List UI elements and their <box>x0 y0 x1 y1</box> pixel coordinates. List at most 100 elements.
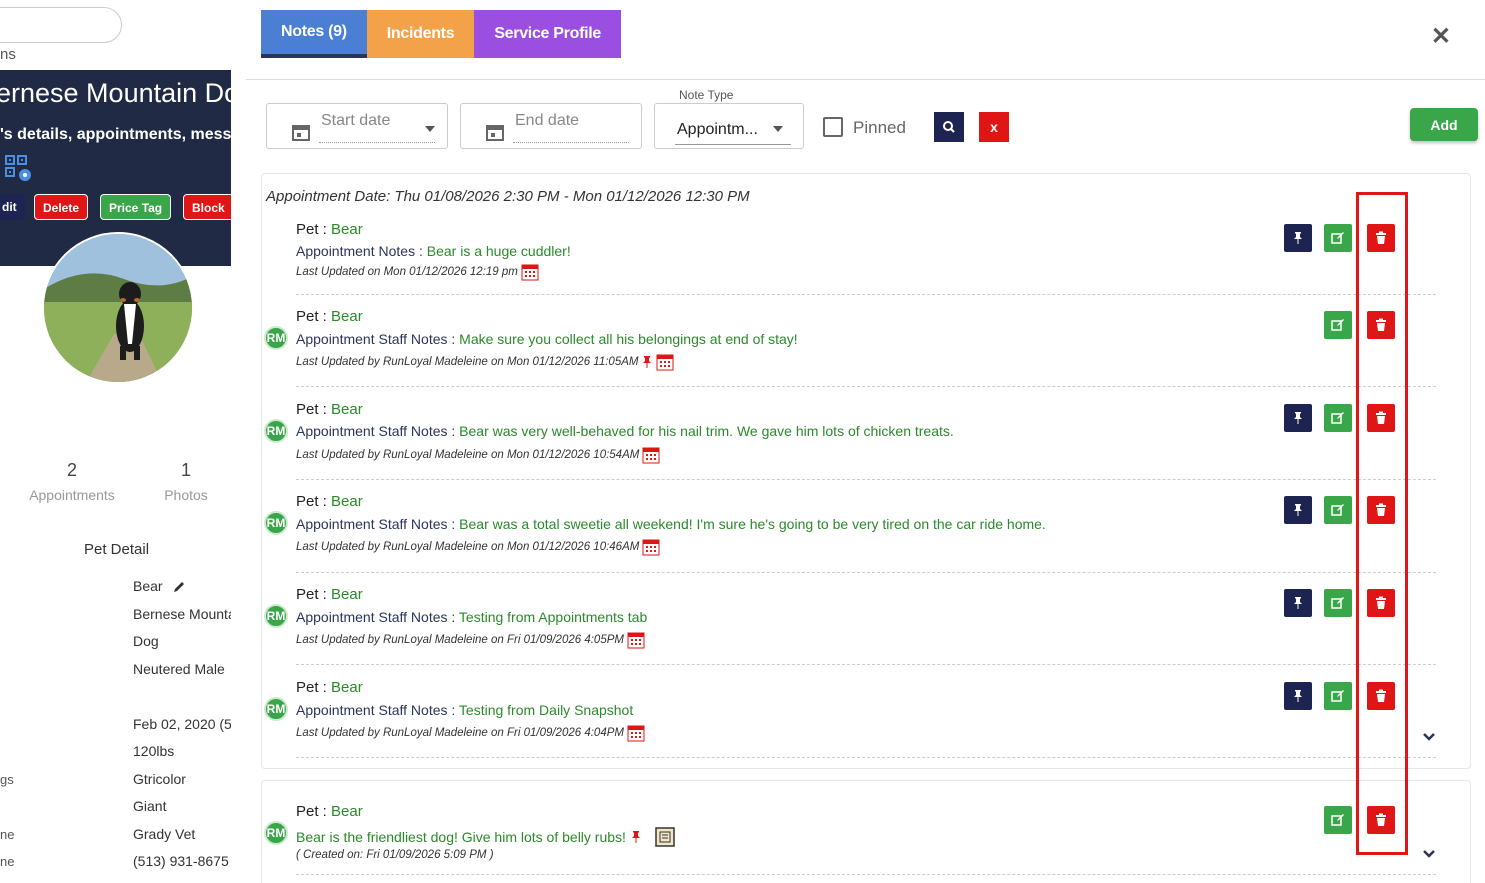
note-pet: Pet : Bear <box>296 221 363 238</box>
pin-button[interactable] <box>1284 404 1312 432</box>
detail-name: Bear <box>133 578 186 594</box>
calendar-icon <box>627 725 645 742</box>
note-meta: Last Updated by RunLoyal Madeleine on Mo… <box>296 353 674 371</box>
nav-label: ns <box>0 46 16 63</box>
avatar: RM <box>264 697 288 721</box>
pin-icon <box>1294 232 1302 244</box>
tab-notes[interactable]: Notes (9) <box>261 10 367 58</box>
pencil-icon[interactable] <box>172 580 186 594</box>
tab-service-profile[interactable]: Service Profile <box>474 10 621 58</box>
edit-button[interactable]: dit <box>0 194 25 220</box>
pet-breed-title: ernese Mountain Do <box>0 78 231 108</box>
chevron-down-icon <box>425 126 435 132</box>
note-type-label: Note Type <box>679 88 734 102</box>
pin-button[interactable] <box>1284 589 1312 617</box>
note-item: Pet : Bear RM Appointment Staff Notes : … <box>262 308 1437 387</box>
edit-icon <box>1331 504 1344 516</box>
detail-vet-phone: (513) 931-8675 <box>133 853 229 869</box>
side-label: ne <box>0 854 15 869</box>
detail-weight: 120lbs <box>133 743 175 759</box>
detail-birthdate: Feb 02, 2020 (5) <box>133 716 231 732</box>
pin-icon <box>631 831 640 843</box>
search-button[interactable] <box>934 112 964 142</box>
note-pet: Pet : Bear <box>296 679 363 696</box>
separator <box>296 479 1436 480</box>
note-text: Bear is the friendliest dog! Give him lo… <box>296 826 676 848</box>
avatar: RM <box>264 604 288 628</box>
avatar: RM <box>264 326 288 350</box>
block-button[interactable]: Block <box>183 194 231 220</box>
photos-stat[interactable]: 1 Photos <box>156 460 216 503</box>
detail-vet: Grady Vet <box>133 826 196 842</box>
note-pet: Pet : Bear <box>296 586 363 603</box>
note-pet: Pet : Bear <box>296 401 363 418</box>
appointment-date: Appointment Date: Thu 01/08/2026 2:30 PM… <box>266 188 750 205</box>
edit-icon <box>1331 232 1344 244</box>
highlight-box <box>1356 192 1408 855</box>
edit-note-button[interactable] <box>1324 589 1352 617</box>
note-text: Appointment Staff Notes : Testing from A… <box>296 609 648 625</box>
qr-code-icon[interactable] <box>4 154 32 182</box>
calendar-icon <box>486 125 504 141</box>
pin-icon <box>1294 412 1302 424</box>
chevron-down-icon <box>773 126 783 132</box>
note-meta: Last Updated by RunLoyal Madeleine on Fr… <box>296 631 645 649</box>
separator <box>296 572 1436 573</box>
close-icon[interactable]: ✕ <box>1431 22 1451 51</box>
document-icon <box>655 827 675 847</box>
note-text: Appointment Staff Notes : Testing from D… <box>296 702 634 718</box>
profile-subtitle: 's details, appointments, messa <box>0 126 231 143</box>
app-root: ns ernese Mountain Do 's details, appoin… <box>0 0 1485 883</box>
edit-icon <box>1331 412 1344 424</box>
edit-icon <box>1331 597 1344 609</box>
edit-icon <box>1331 690 1344 702</box>
pet-avatar[interactable] <box>42 232 194 384</box>
pin-button[interactable] <box>1284 682 1312 710</box>
side-label: ne <box>0 827 15 842</box>
edit-note-button[interactable] <box>1324 404 1352 432</box>
note-meta: Last Updated by RunLoyal Madeleine on Fr… <box>296 724 645 742</box>
edit-note-button[interactable] <box>1324 682 1352 710</box>
note-item: Pet : Bear RM Appointment Staff Notes : … <box>262 586 1437 665</box>
tab-incidents[interactable]: Incidents <box>366 10 475 58</box>
add-note-button[interactable]: Add <box>1410 108 1478 141</box>
appointments-stat[interactable]: 2 Appointments <box>24 460 120 503</box>
avatar: RM <box>264 511 288 535</box>
price-tag-button[interactable]: Price Tag <box>100 194 172 220</box>
delete-pet-button[interactable]: Delete <box>34 194 89 220</box>
edit-note-button[interactable] <box>1324 224 1352 252</box>
edit-icon <box>1331 319 1344 331</box>
appointments-count: 2 <box>66 460 77 480</box>
end-date-field[interactable]: End date <box>460 103 642 149</box>
avatar: RM <box>264 419 288 443</box>
start-date-placeholder: Start date <box>321 112 391 129</box>
edit-note-button[interactable] <box>1324 311 1352 339</box>
note-text: Appointment Staff Notes : Bear was very … <box>296 423 954 439</box>
chevron-down-icon[interactable] <box>1422 848 1436 860</box>
pinned-checkbox[interactable] <box>823 117 843 137</box>
note-meta: Last Updated by RunLoyal Madeleine on Mo… <box>296 538 660 556</box>
calendar-icon <box>642 447 660 464</box>
edit-note-button[interactable] <box>1324 806 1352 834</box>
chevron-down-icon[interactable] <box>1422 731 1436 743</box>
appointments-label: Appointments <box>29 487 115 503</box>
calendar-icon <box>292 125 310 141</box>
calendar-icon <box>521 264 539 281</box>
pin-button[interactable] <box>1284 224 1312 252</box>
note-meta: ( Created on: Fri 01/09/2026 5:09 PM ) <box>296 849 494 861</box>
pin-icon <box>1294 504 1302 516</box>
start-date-field[interactable]: Start date <box>266 103 448 149</box>
pet-profile-panel: ns ernese Mountain Do 's details, appoin… <box>0 0 231 883</box>
search-input[interactable] <box>0 7 122 43</box>
note-type-select[interactable]: Appointm... <box>654 103 804 149</box>
clear-filters-button[interactable]: x <box>979 112 1009 142</box>
note-pet: Pet : Bear <box>296 308 363 325</box>
avatar: RM <box>264 821 288 845</box>
note-text: Appointment Staff Notes : Bear was a tot… <box>296 516 1046 532</box>
notes-modal: Notes (9) Incidents Service Profile ✕ St… <box>231 0 1485 883</box>
separator <box>296 664 1436 665</box>
pin-button[interactable] <box>1284 496 1312 524</box>
note-pet: Pet : Bear <box>296 493 363 510</box>
edit-icon <box>1331 814 1344 826</box>
edit-note-button[interactable] <box>1324 496 1352 524</box>
